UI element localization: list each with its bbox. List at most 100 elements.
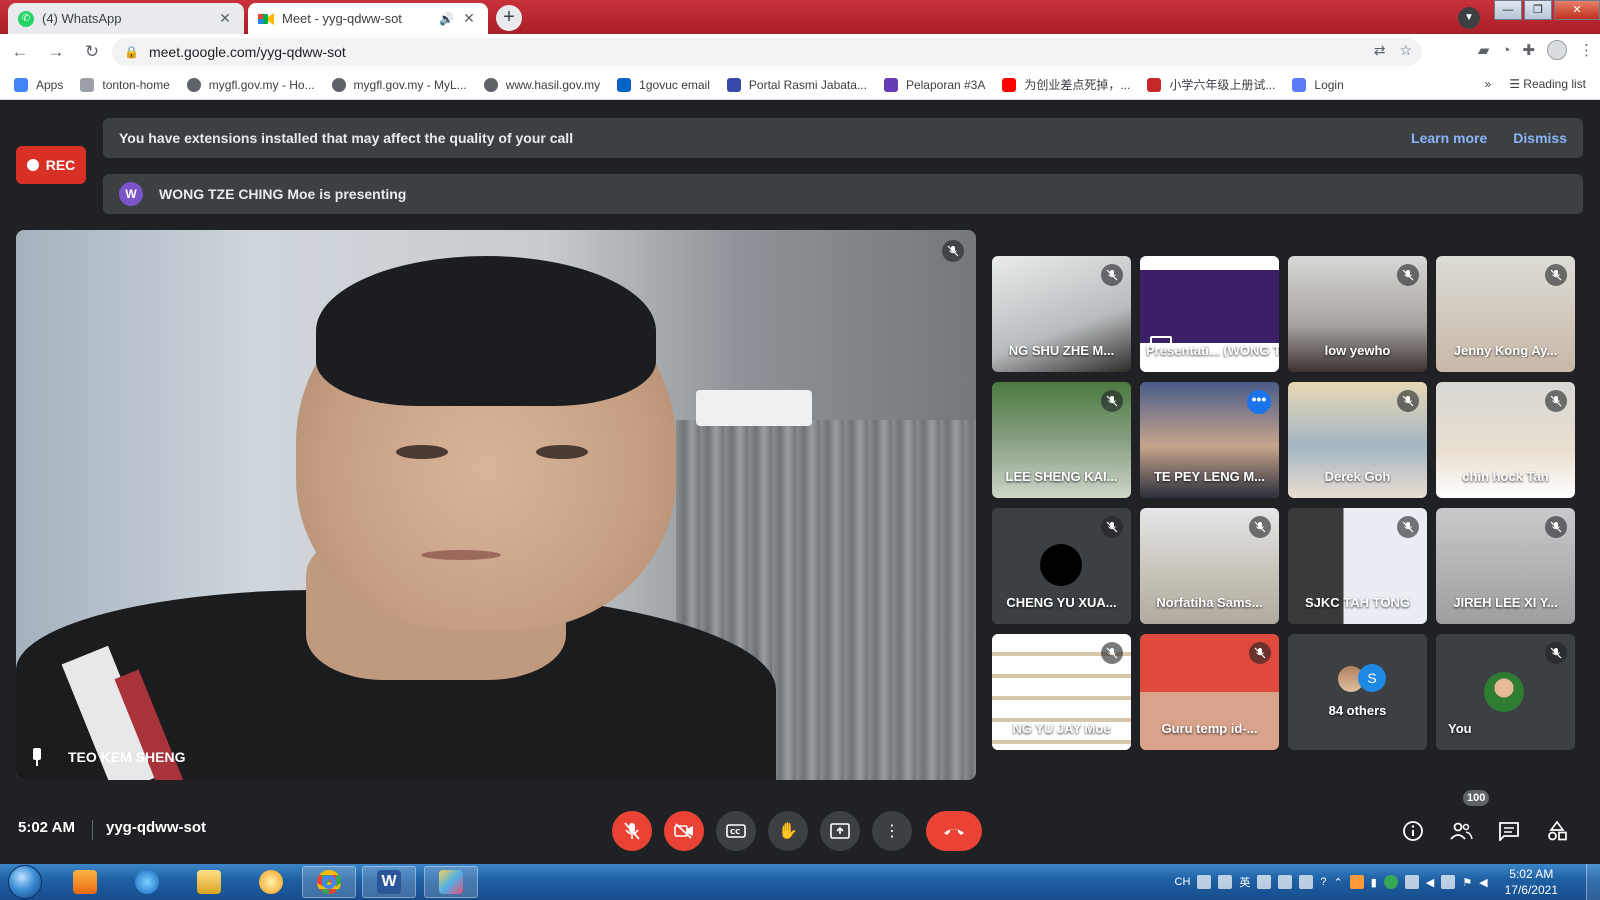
kebab-menu-icon[interactable]: ⋮ bbox=[1579, 41, 1594, 59]
participant-tile[interactable]: NG SHU ZHE M... bbox=[992, 256, 1131, 372]
bookmark-item[interactable]: www.hasil.gov.my bbox=[483, 77, 600, 92]
speaker-icon[interactable]: 🔊 bbox=[439, 12, 454, 26]
bookmark-item[interactable]: Pelaporan #3A bbox=[883, 77, 985, 92]
keyboard-icon[interactable] bbox=[1197, 875, 1212, 889]
back-arrow-icon[interactable]: ← bbox=[4, 36, 36, 68]
participant-tile[interactable]: SJKC TAH TONG bbox=[1288, 508, 1427, 624]
mic-off-icon bbox=[1101, 516, 1123, 538]
participant-tile[interactable]: ••• TE PEY LENG M... bbox=[1140, 382, 1279, 498]
ime-tools-icon[interactable] bbox=[1299, 875, 1314, 889]
bookmark-item[interactable]: mygfl.gov.my - MyL... bbox=[331, 77, 467, 92]
network-icon[interactable]: ▮ bbox=[1371, 876, 1377, 889]
participant-tile[interactable]: Presentati... (WONG TZ... bbox=[1140, 256, 1279, 372]
extension-warning-banner: You have extensions installed that may a… bbox=[103, 118, 1583, 158]
close-icon[interactable]: ✕ bbox=[216, 10, 234, 27]
bookmark-item[interactable]: Login bbox=[1292, 77, 1344, 92]
cast-icon[interactable]: ▰ bbox=[1478, 41, 1490, 59]
chat-button[interactable] bbox=[1494, 816, 1524, 846]
volume-icon[interactable]: ◀ bbox=[1479, 876, 1487, 889]
participants-button[interactable] bbox=[1446, 816, 1476, 846]
mic-off-icon bbox=[1249, 642, 1271, 664]
ime-mode-icon[interactable] bbox=[1218, 875, 1233, 889]
chrome-tray-icon[interactable] bbox=[1383, 875, 1398, 889]
ime-indicator[interactable]: CH bbox=[1175, 876, 1191, 888]
participant-tile[interactable]: chin hock Tan bbox=[1436, 382, 1575, 498]
help-icon[interactable]: ? bbox=[1320, 876, 1326, 888]
taskbar-settings-app[interactable] bbox=[244, 866, 298, 898]
raise-hand-button[interactable]: ✋ bbox=[768, 811, 808, 851]
meeting-details-button[interactable] bbox=[1398, 816, 1428, 846]
address-bar[interactable]: 🔒 meet.google.com/yyg-qdww-sot ⇄ ☆ bbox=[112, 38, 1422, 66]
forward-arrow-icon[interactable]: → bbox=[40, 36, 72, 68]
participant-tile[interactable]: You bbox=[1436, 634, 1575, 750]
participant-tile[interactable]: low yewho bbox=[1288, 256, 1427, 372]
participant-tile[interactable]: Norfatiha Sams... bbox=[1140, 508, 1279, 624]
captions-button[interactable]: CC bbox=[716, 811, 756, 851]
security-icon[interactable] bbox=[1404, 875, 1419, 889]
maximize-button[interactable]: ❐ bbox=[1524, 0, 1552, 20]
puzzle-icon[interactable]: ✚ bbox=[1522, 41, 1535, 59]
show-desktop-button[interactable] bbox=[1586, 864, 1600, 900]
participant-tile[interactable]: Jenny Kong Ay... bbox=[1436, 256, 1575, 372]
flag-icon[interactable]: ⚑ bbox=[1462, 876, 1472, 889]
reload-icon[interactable]: ↻ bbox=[76, 36, 108, 68]
bookmark-item[interactable]: 1govuc email bbox=[617, 77, 710, 92]
pin-icon[interactable] bbox=[30, 748, 44, 766]
learn-more-link[interactable]: Learn more bbox=[1411, 130, 1487, 146]
participant-tile[interactable]: Guru temp id-... bbox=[1140, 634, 1279, 750]
taskbar-media-player[interactable] bbox=[58, 866, 112, 898]
battery-icon[interactable] bbox=[1441, 875, 1456, 889]
reading-list-button[interactable]: ☰ Reading list bbox=[1509, 77, 1586, 91]
new-tab-button[interactable]: + bbox=[496, 5, 522, 31]
main-speaker-video[interactable]: TEO KEM SHENG bbox=[16, 230, 976, 780]
tab-meet[interactable]: Meet - yyg-qdww-sot 🔊 ✕ bbox=[248, 3, 488, 34]
participant-tile[interactable]: Derek Goh bbox=[1288, 382, 1427, 498]
bookmark-item[interactable]: tonton-home bbox=[80, 77, 170, 92]
taskbar-chrome[interactable] bbox=[302, 866, 356, 898]
camera-toggle-button[interactable] bbox=[664, 811, 704, 851]
taskbar-word[interactable]: W bbox=[362, 866, 416, 898]
punctuation-icon[interactable] bbox=[1257, 875, 1272, 889]
participant-tile[interactable]: LEE SHENG KAI... bbox=[992, 382, 1131, 498]
taskbar-clock[interactable]: 5:02 AM 17/6/2021 bbox=[1505, 866, 1558, 898]
bookmark-item[interactable]: mygfl.gov.my - Ho... bbox=[186, 77, 315, 92]
present-now-button[interactable] bbox=[820, 811, 860, 851]
app-tray-icon[interactable] bbox=[1349, 875, 1364, 889]
presenter-avatar: W bbox=[119, 182, 143, 206]
close-icon[interactable]: ✕ bbox=[460, 10, 478, 27]
bookmark-item[interactable]: Apps bbox=[14, 77, 63, 92]
windows-start-button[interactable] bbox=[8, 865, 42, 899]
bookmark-item[interactable]: Portal Rasmi Jabata... bbox=[726, 77, 867, 92]
dismiss-button[interactable]: Dismiss bbox=[1513, 130, 1567, 146]
microphone-toggle-button[interactable] bbox=[612, 811, 652, 851]
participant-tile[interactable]: NG YU JAY Moe bbox=[992, 634, 1131, 750]
language-icon[interactable]: 英 bbox=[1239, 874, 1250, 890]
speaker-icon[interactable]: ◀ bbox=[1426, 876, 1434, 889]
bookmark-item[interactable]: 小学六年级上册试... bbox=[1147, 76, 1275, 93]
profile-avatar[interactable] bbox=[1547, 40, 1567, 60]
minimize-button[interactable]: — bbox=[1494, 0, 1522, 20]
close-window-button[interactable]: ✕ bbox=[1554, 0, 1600, 20]
leave-call-button[interactable] bbox=[926, 811, 982, 851]
history-icon[interactable]: ◔ bbox=[1501, 42, 1510, 59]
bookmark-item[interactable]: 为创业差点死掉，... bbox=[1002, 76, 1130, 93]
tab-whatsapp[interactable]: ✆ (4) WhatsApp ✕ bbox=[8, 3, 244, 34]
participant-tile[interactable]: JIREH LEE XI Y... bbox=[1436, 508, 1575, 624]
translate-icon[interactable]: ⇄ bbox=[1374, 42, 1386, 59]
forms-icon bbox=[883, 77, 898, 92]
tray-expand-icon[interactable]: ⌃ bbox=[1334, 876, 1343, 889]
outlook-icon bbox=[617, 77, 632, 92]
soft-keyboard-icon[interactable] bbox=[1278, 875, 1293, 889]
star-icon[interactable]: ☆ bbox=[1399, 42, 1412, 59]
bookmarks-overflow-button[interactable]: » bbox=[1485, 77, 1492, 91]
presenting-banner[interactable]: W WONG TZE CHING Moe is presenting bbox=[103, 174, 1583, 214]
taskbar-file-explorer[interactable] bbox=[182, 866, 236, 898]
activities-button[interactable] bbox=[1542, 816, 1572, 846]
taskbar-internet-explorer[interactable] bbox=[120, 866, 174, 898]
chevron-down-icon[interactable]: ▼ bbox=[1458, 7, 1480, 29]
taskbar-paint[interactable] bbox=[424, 866, 478, 898]
participant-name: LEE SHENG KAI... bbox=[1005, 469, 1118, 484]
participant-tile[interactable]: S 84 others bbox=[1288, 634, 1427, 750]
participant-tile[interactable]: CHENG YU XUA... bbox=[992, 508, 1131, 624]
more-options-button[interactable]: ⋮ bbox=[872, 811, 912, 851]
